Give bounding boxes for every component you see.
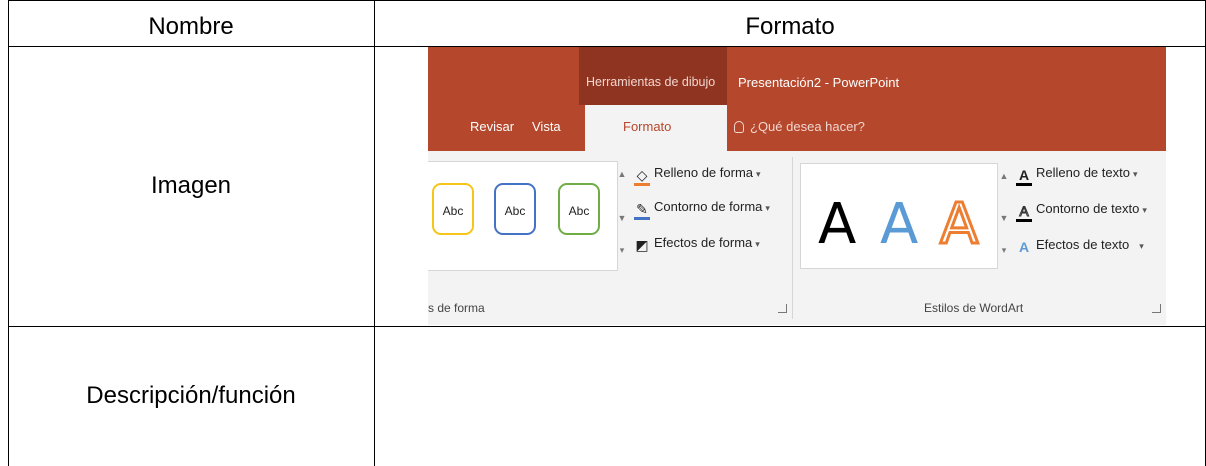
ribbon-body: Abc Abc Abc ▲ ▼ ▾ ◇ Relleno de forma ▾ ✎ Co… <box>428 151 1166 325</box>
table-row-divider <box>8 326 1206 327</box>
context-tab-title: Herramientas de dibujo <box>586 75 716 89</box>
wordart-style-orange[interactable]: A <box>938 195 979 254</box>
gallery-scroll-down[interactable]: ▼ <box>616 213 628 223</box>
powerpoint-ribbon-screenshot: Herramientas de dibujo Presentación2 - P… <box>428 47 1166 325</box>
row-label-description: Descripción/función <box>86 382 296 409</box>
tab-formato[interactable]: Formato <box>585 105 727 151</box>
tab-formato-label: Formato <box>623 119 672 134</box>
chevron-down-icon: ▾ <box>1132 169 1138 179</box>
text-fill-label: Relleno de texto <box>1036 165 1130 180</box>
lightbulb-icon <box>734 121 744 133</box>
paint-bucket-icon: ◇ <box>634 167 650 186</box>
pencil-icon: ✎ <box>634 201 650 220</box>
shape-styles-dialog-launcher[interactable] <box>778 304 787 313</box>
text-effects-button[interactable]: A Efectos de texto ▾ <box>1016 237 1144 255</box>
shape-styles-group-label: s de forma <box>428 301 485 315</box>
shape-effects-label: Efectos de forma <box>654 235 753 250</box>
tab-revisar[interactable]: Revisar <box>470 119 514 134</box>
wordart-more[interactable]: ▾ <box>998 245 1010 256</box>
chevron-down-icon: ▾ <box>765 203 770 213</box>
header-format: Formato <box>745 13 835 40</box>
shape-outline-button[interactable]: ✎ Contorno de forma ▾ <box>634 199 770 220</box>
group-separator <box>792 157 793 319</box>
text-fill-button[interactable]: A Relleno de texto ▾ <box>1016 165 1137 186</box>
shape-outline-label: Contorno de forma <box>654 199 763 214</box>
title-bar <box>428 47 1166 151</box>
tab-vista[interactable]: Vista <box>532 119 561 134</box>
text-outline-label: Contorno de texto <box>1036 201 1140 216</box>
table-top-border <box>8 0 1206 1</box>
tell-me-label: ¿Qué desea hacer? <box>750 119 865 134</box>
text-effects-label: Efectos de texto <box>1036 237 1130 252</box>
document-title: Presentación2 - PowerPoint <box>738 75 900 90</box>
text-outline-icon: A <box>1016 203 1032 222</box>
shape-style-yellow[interactable]: Abc <box>432 183 474 235</box>
shape-effects-button[interactable]: ◩ Efectos de forma ▾ <box>634 235 760 253</box>
row-label-image: Imagen <box>150 172 232 199</box>
text-fill-icon: A <box>1016 167 1032 186</box>
tell-me-search[interactable]: ¿Qué desea hacer? <box>734 119 865 134</box>
chevron-down-icon: ▾ <box>755 239 760 249</box>
text-effects-icon: A <box>1018 239 1030 255</box>
chevron-down-icon: ▾ <box>1142 205 1147 215</box>
header-name: Nombre <box>148 13 234 40</box>
chevron-down-icon: ▾ <box>756 169 761 179</box>
wordart-style-black[interactable]: A <box>818 197 856 253</box>
shape-effects-icon: ◩ <box>635 237 649 253</box>
shape-fill-label: Relleno de forma <box>654 165 753 180</box>
wordart-group-label: Estilos de WordArt <box>924 301 1024 315</box>
shape-style-green[interactable]: Abc <box>558 183 600 235</box>
shape-style-blue[interactable]: Abc <box>494 183 536 235</box>
gallery-scroll-up[interactable]: ▲ <box>616 169 628 179</box>
table-column-divider <box>374 0 375 466</box>
shape-fill-button[interactable]: ◇ Relleno de forma ▾ <box>634 165 761 186</box>
wordart-scroll-up[interactable]: ▲ <box>998 171 1010 181</box>
text-outline-button[interactable]: A Contorno de texto ▾ <box>1016 201 1147 222</box>
chevron-down-icon: ▾ <box>1139 241 1144 251</box>
wordart-style-blue[interactable]: A <box>880 197 918 253</box>
wordart-scroll-down[interactable]: ▼ <box>998 213 1010 223</box>
wordart-dialog-launcher[interactable] <box>1152 304 1161 313</box>
gallery-more[interactable]: ▾ <box>616 245 628 256</box>
